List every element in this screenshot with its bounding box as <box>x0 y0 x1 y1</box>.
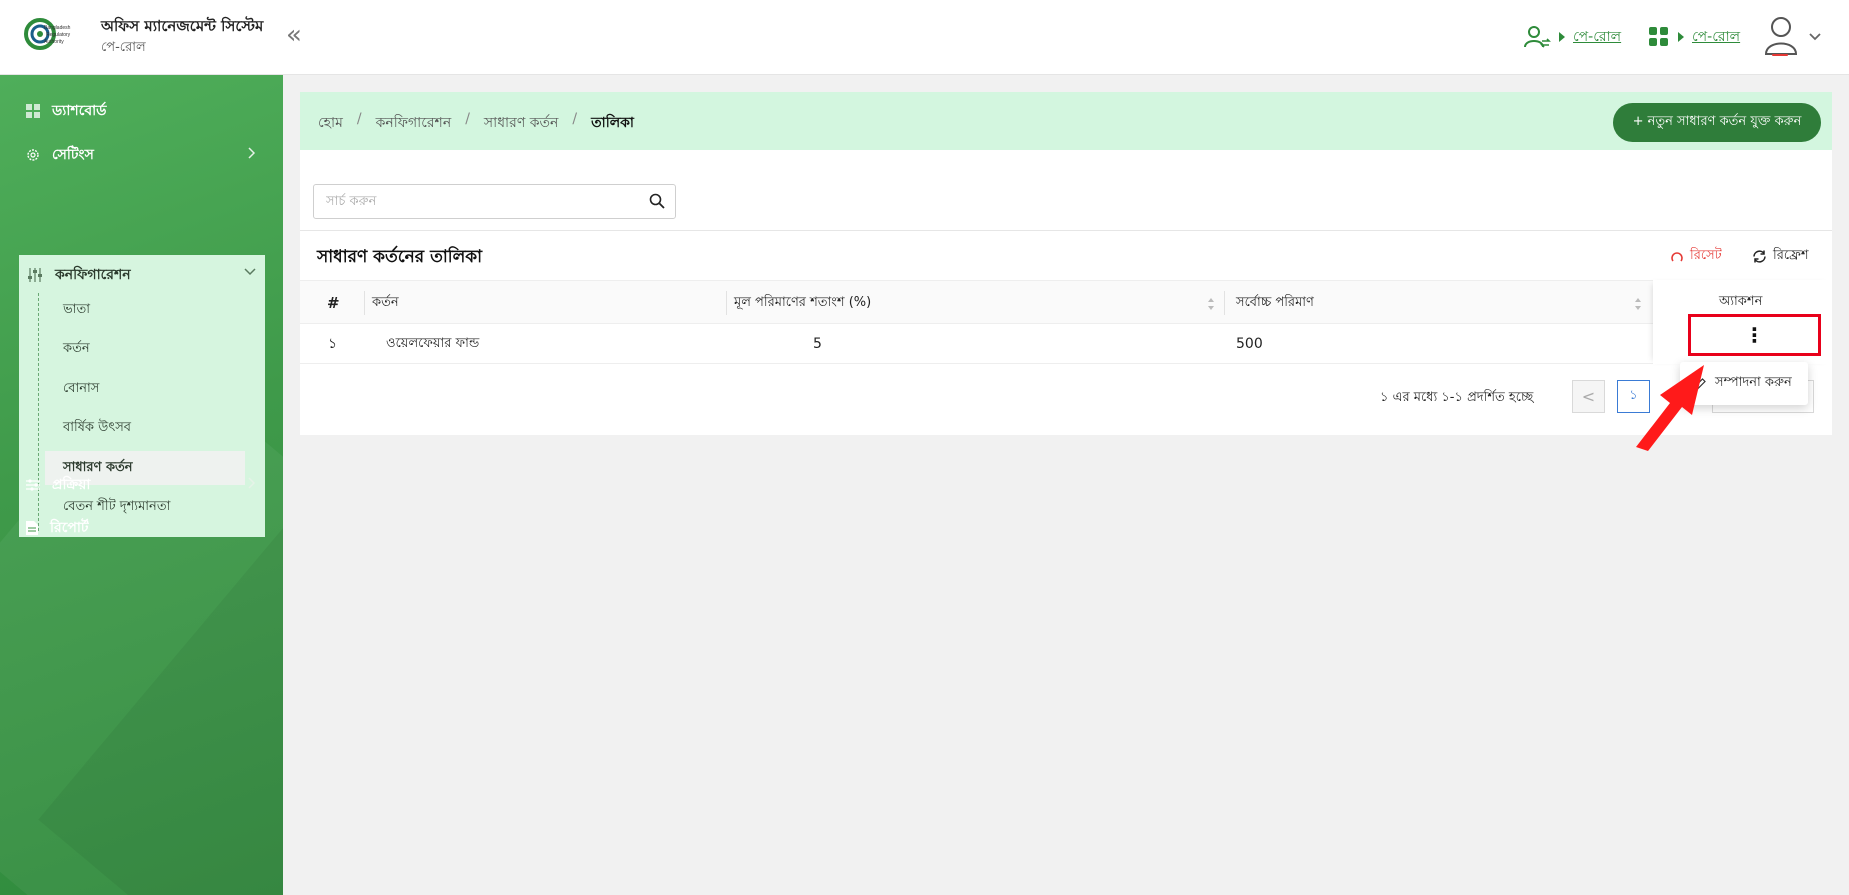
sidebar-subitem-bonus[interactable]: বোনাস <box>45 372 245 406</box>
sort-icon[interactable] <box>1634 297 1642 311</box>
sidebar-item-configuration[interactable]: কনফিগারেশন <box>27 261 257 289</box>
chevron-down-icon <box>244 268 256 276</box>
column-divider <box>726 291 727 315</box>
sidebar-item-process[interactable]: প্রক্রিয়া <box>26 472 256 498</box>
column-header-deduction: কর্তন <box>372 294 399 310</box>
breadcrumb-separator: / <box>356 111 362 127</box>
sidebar-item-label: ড্যাশবোর্ড <box>52 103 107 119</box>
search-input[interactable] <box>314 185 614 218</box>
chevron-right-icon <box>248 147 256 159</box>
app-title: অফিস ম্যানেজমেন্ট সিস্টেম <box>101 17 264 35</box>
header-link-label: পে-রোল <box>1573 29 1622 45</box>
svg-text:Regulatory: Regulatory <box>46 32 71 38</box>
column-divider <box>1224 291 1225 315</box>
breadcrumb-configuration[interactable]: কনফিগারেশন <box>376 111 452 135</box>
refresh-button[interactable]: রিফ্রেশ <box>1752 246 1809 267</box>
sidebar-subitem-annual-festival[interactable]: বার্ষিক উৎসব <box>45 411 245 445</box>
authority-logo: Bangladesh Regulatory Authority <box>24 18 71 50</box>
sidebar-item-settings[interactable]: সেটিংস <box>26 142 256 168</box>
sidebar-subitem-deduction[interactable]: কর্তন <box>45 332 245 366</box>
refresh-label: রিফ্রেশ <box>1773 248 1809 263</box>
caret-right-icon <box>1678 32 1684 42</box>
table-header: # কর্তন মূল পরিমাণের শতাংশ (%) সর্বোচ্চ … <box>300 280 1832 324</box>
column-header-percent[interactable]: মূল পরিমাণের শতাংশ (%) <box>734 281 871 325</box>
sidebar-item-label: কনফিগারেশন <box>55 267 131 283</box>
header-link-apps[interactable]: পে-রোল <box>1648 22 1740 52</box>
column-header-index: # <box>327 294 340 312</box>
header-link-label: পে-রোল <box>1692 29 1741 45</box>
breadcrumb-general-deduction[interactable]: সাধারণ কর্তন <box>484 111 559 135</box>
column-header-max-amount[interactable]: সর্বোচ্চ পরিমাণ <box>1236 281 1314 325</box>
sidebar: ড্যাশবোর্ড সেটিংস কনফিগারেশন ভাতা কর্তন … <box>0 75 283 895</box>
annotation-arrow-icon <box>1636 365 1704 451</box>
chevron-down-icon[interactable] <box>1808 24 1822 50</box>
breadcrumb-home[interactable]: হোম <box>318 111 343 135</box>
user-avatar-icon[interactable] <box>1764 16 1798 56</box>
reset-icon <box>1671 251 1683 261</box>
user-switch-icon <box>1524 26 1551 48</box>
breadcrumb-separator: / <box>465 111 470 127</box>
sidebar-item-label: সেটিংস <box>52 147 94 163</box>
breadcrumb-current: তালিকা <box>591 115 634 131</box>
search-field <box>313 184 676 219</box>
reset-label: রিসেট <box>1690 248 1722 263</box>
edit-label: সম্পাদনা করুন <box>1715 375 1792 390</box>
pagination-prev-button[interactable]: < <box>1572 380 1605 413</box>
sidebar-item-report[interactable]: রিপোর্ট <box>26 515 256 541</box>
sort-icon[interactable] <box>1207 297 1215 311</box>
row-action-kebab-button[interactable]: ⋮ <box>1688 314 1821 356</box>
sidebar-item-dashboard[interactable]: ড্যাশবোর্ড <box>26 98 256 124</box>
header-link-user-switch[interactable]: পে-রোল <box>1523 22 1621 52</box>
cell-percent: 5 <box>813 336 822 352</box>
reset-button[interactable]: রিসেট <box>1670 246 1722 267</box>
document-icon <box>26 521 38 535</box>
breadcrumb-bar: হোম / কনফিগারেশন / সাধারণ কর্তন / তালিকা… <box>300 92 1832 150</box>
apps-grid-icon <box>1649 27 1668 46</box>
app-subtitle: পে-রোল <box>101 40 146 55</box>
column-divider <box>364 291 365 315</box>
process-icon <box>26 479 40 491</box>
section-divider <box>300 230 1832 231</box>
search-icon[interactable] <box>649 193 665 209</box>
table-title: সাধারণ কর্তনের তালিকা <box>317 247 483 267</box>
cell-index: ১ <box>328 336 338 352</box>
top-header: Bangladesh Regulatory Authority অফিস ম্য… <box>0 0 1849 75</box>
breadcrumb-separator: / <box>572 111 578 127</box>
svg-text:Bangladesh: Bangladesh <box>44 25 71 31</box>
cell-max-amount: 500 <box>1236 336 1263 352</box>
sliders-icon <box>28 268 42 282</box>
svg-text:Authority: Authority <box>44 39 64 45</box>
refresh-icon <box>1753 250 1766 263</box>
sidebar-item-label: প্রক্রিয়া <box>52 477 91 493</box>
caret-right-icon <box>1559 32 1565 42</box>
chevron-right-icon <box>248 477 256 489</box>
sidebar-subitem-allowance[interactable]: ভাতা <box>45 293 245 327</box>
add-general-deduction-button[interactable]: + নতুন সাধারণ কর্তন যুক্ত করুন <box>1613 103 1821 142</box>
avatar-status-indicator <box>1772 54 1788 56</box>
gear-icon <box>27 149 39 161</box>
pagination-info: ১ এর মধ্যে ১-১ প্রদর্শিত হচ্ছে <box>1380 390 1534 405</box>
cell-deduction-name: ওয়েলফেয়ার ফান্ড <box>386 335 480 351</box>
dashboard-icon <box>26 104 40 118</box>
kebab-icon: ⋮ <box>1744 323 1765 347</box>
sidebar-collapse-button[interactable]: « <box>286 22 302 48</box>
breadcrumb: হোম / কনফিগারেশন / সাধারণ কর্তন / তালিকা <box>318 111 634 135</box>
main-content: হোম / কনফিগারেশন / সাধারণ কর্তন / তালিকা… <box>300 92 1832 435</box>
table-row: ১ ওয়েলফেয়ার ফান্ড 5 500 <box>300 324 1832 364</box>
sidebar-item-label: রিপোর্ট <box>50 520 89 536</box>
